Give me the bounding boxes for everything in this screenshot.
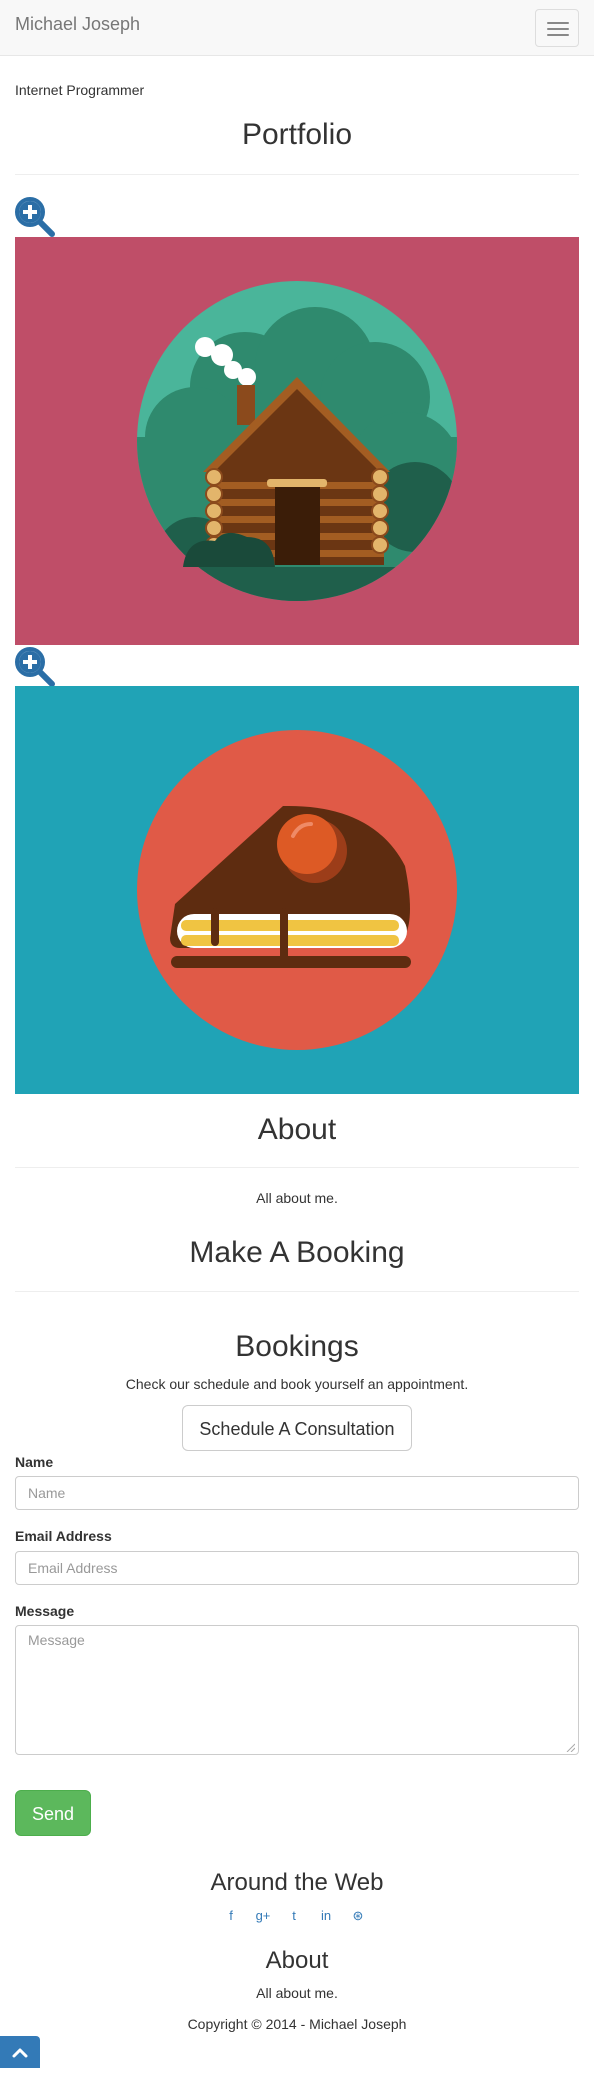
chevron-up-icon	[12, 2048, 28, 2058]
navbar: Michael Joseph	[0, 0, 594, 56]
divider	[15, 1167, 579, 1168]
social-links: f g+ t in ⊛	[0, 1906, 594, 1928]
header-subtitle: Internet Programmer	[15, 82, 145, 98]
navbar-brand[interactable]: Michael Joseph	[15, 14, 140, 35]
around-web-title: Around the Web	[210, 1869, 384, 1896]
name-label: Name	[15, 1454, 54, 1470]
google-plus-icon[interactable]: g+	[253, 1906, 273, 1926]
footer-about-title: About	[265, 1947, 329, 1974]
cake-slice-illustration	[15, 686, 579, 1094]
email-label: Email Address	[15, 1528, 112, 1544]
facebook-icon[interactable]: f	[221, 1906, 241, 1926]
about-text: All about me.	[256, 1190, 338, 1206]
divider	[15, 1291, 579, 1292]
booking-title: Make A Booking	[189, 1236, 405, 1269]
linkedin-icon[interactable]: in	[316, 1906, 336, 1926]
bookings-subtitle: Bookings	[235, 1330, 359, 1363]
zoom-in-icon[interactable]	[14, 196, 56, 238]
portfolio-title: Portfolio	[241, 118, 353, 151]
resize-handle-icon[interactable]	[565, 1742, 575, 1752]
dribbble-icon[interactable]: ⊛	[348, 1906, 368, 1926]
schedule-consultation-button[interactable]: Schedule A Consultation	[182, 1405, 412, 1451]
send-button[interactable]: Send	[15, 1790, 91, 1836]
bookings-text: Check our schedule and book yourself an …	[125, 1376, 469, 1392]
message-label: Message	[15, 1603, 75, 1619]
message-textarea[interactable]	[15, 1625, 579, 1755]
menu-toggle-button[interactable]	[535, 9, 579, 47]
log-cabin-illustration	[15, 237, 579, 645]
portfolio-item-cabin[interactable]	[15, 237, 579, 645]
name-input[interactable]	[15, 1476, 579, 1510]
twitter-icon[interactable]: t	[284, 1906, 304, 1926]
footer-about-text: All about me.	[256, 1985, 338, 2001]
hamburger-icon	[547, 22, 569, 24]
about-title: About	[257, 1113, 337, 1146]
copyright: Copyright © 2014 - Michael Joseph	[187, 2016, 407, 2032]
divider	[15, 174, 579, 175]
portfolio-item-cake[interactable]	[15, 686, 579, 1094]
email-input[interactable]	[15, 1551, 579, 1585]
zoom-in-icon[interactable]	[14, 646, 56, 688]
scroll-top-button[interactable]	[0, 2036, 40, 2068]
